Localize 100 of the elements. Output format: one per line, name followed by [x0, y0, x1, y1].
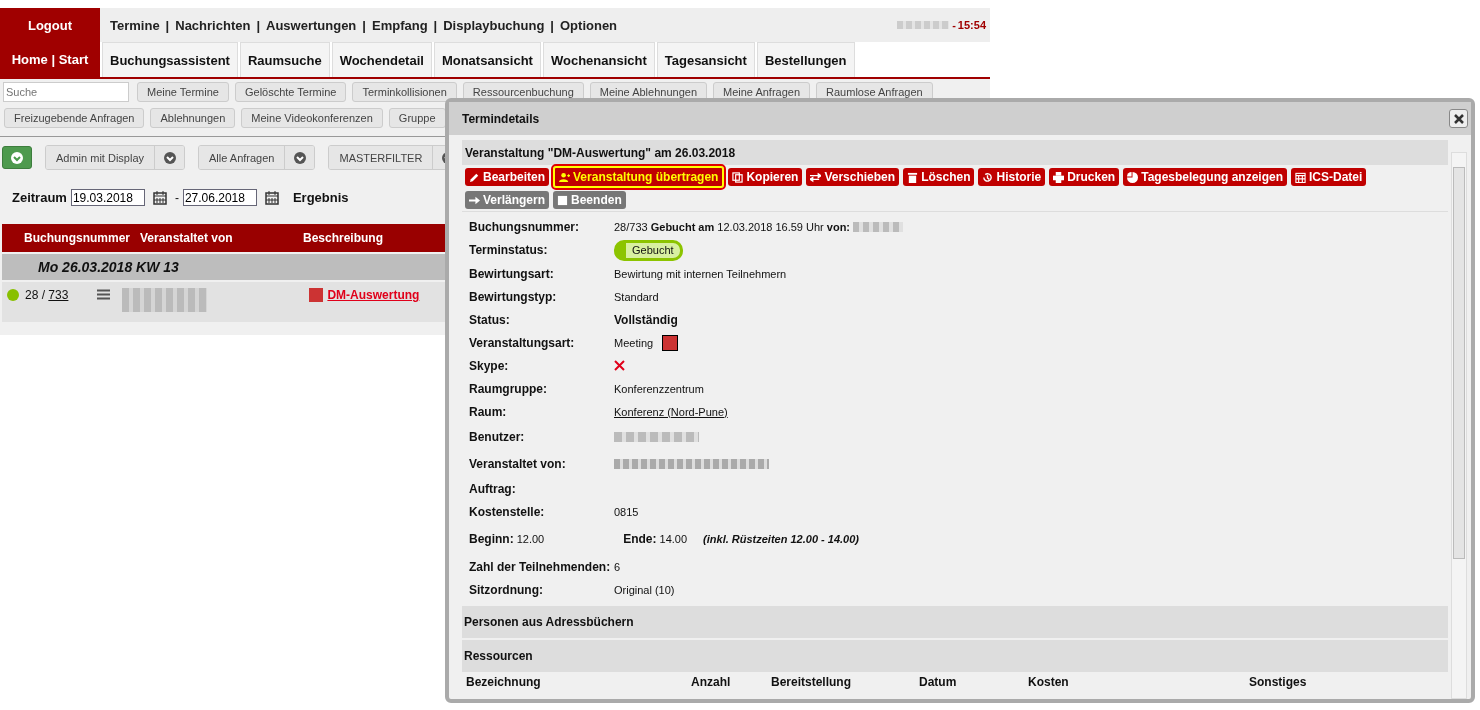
dropdown-button[interactable]	[155, 146, 185, 169]
filter-button[interactable]: Gelöschte Termine	[234, 82, 347, 102]
column-header: Sonstiges	[1249, 675, 1307, 689]
field-label: Kostenstelle:	[469, 504, 546, 519]
action-button[interactable]: Veranstaltung übertragen	[553, 166, 725, 188]
action-button[interactable]: Bearbeiten	[465, 168, 550, 186]
menu-icon[interactable]	[97, 289, 111, 300]
column-header: Buchungsnummer	[24, 231, 131, 245]
action-button[interactable]: Tagesbelegung anzeigen	[1123, 168, 1287, 186]
calendar-icon[interactable]	[264, 190, 279, 205]
tab[interactable]: Tagesansicht	[656, 42, 755, 77]
field-value: Konferenzzentrum	[614, 382, 704, 395]
field-label: Skype:	[469, 358, 510, 373]
filter-button[interactable]: Freizugebende Anfragen	[4, 108, 145, 128]
dropdown-button[interactable]	[285, 146, 315, 169]
field-label: Raumgruppe:	[469, 381, 548, 396]
redacted-text	[853, 221, 904, 232]
logout-button[interactable]: Logout	[0, 8, 100, 42]
chevron-down-icon	[293, 151, 306, 164]
field-label: Veranstaltet von:	[469, 456, 567, 471]
section-header: Personen aus Adressbüchern	[462, 606, 1448, 638]
cross-icon	[614, 360, 625, 371]
close-icon	[1453, 113, 1464, 124]
scrollbar-thumb[interactable]	[1453, 167, 1465, 559]
column-header: Kosten	[1028, 675, 1070, 689]
setup-time-note: (inkl. Rüstzeiten 12.00 - 14.00)	[703, 533, 859, 545]
expand-button[interactable]	[2, 146, 32, 169]
nav-separator: |	[362, 17, 366, 33]
filter-button[interactable]: Gruppe	[388, 108, 446, 128]
column-header: Beschreibung	[303, 231, 383, 245]
filter-dropdown[interactable]: Admin mit Display	[46, 146, 156, 169]
field-label: Ende:	[623, 532, 657, 546]
field-value: Standard	[614, 290, 659, 303]
calendar-icon	[1295, 171, 1306, 183]
action-button[interactable]: Löschen	[903, 168, 975, 186]
status-pill: Gebucht	[614, 239, 683, 261]
search-field[interactable]: Suche	[3, 82, 129, 102]
clock-time: 15:54	[957, 19, 987, 31]
nav-separator: |	[550, 17, 554, 33]
tab[interactable]: Buchungsassistent	[102, 42, 238, 77]
redacted-text	[897, 21, 950, 29]
tab[interactable]: Wochenansicht	[542, 42, 655, 77]
nav-link[interactable]: Nachrichten	[175, 17, 251, 33]
tab[interactable]: Monatsansicht	[433, 42, 541, 77]
result-label: Ergebnis	[292, 190, 349, 205]
nav-link[interactable]: Empfang	[371, 17, 428, 33]
field-label: Auftrag:	[469, 481, 517, 496]
action-button[interactable]: Historie	[978, 168, 1046, 186]
nav-link[interactable]: Optionen	[560, 17, 618, 33]
field-value: 12.00	[516, 533, 545, 545]
printer-icon	[1053, 171, 1065, 183]
event-link[interactable]: DM-Auswertung	[327, 288, 420, 302]
filter-button[interactable]: Meine Termine	[137, 82, 229, 102]
filter-dropdown[interactable]: MASTERFILTER	[329, 146, 434, 169]
calendar-icon[interactable]	[152, 190, 167, 205]
column-header: Datum	[919, 675, 958, 689]
field-label: Beginn:	[469, 532, 514, 546]
filter-button[interactable]: Terminkollisionen	[352, 82, 457, 102]
square-icon	[557, 194, 569, 206]
dialog-title: Termindetails	[462, 111, 540, 126]
tab[interactable]: Bestellungen	[756, 42, 855, 77]
date-field[interactable]: 27.06.2018	[182, 189, 257, 206]
tab[interactable]: Raumsuche	[239, 42, 330, 77]
action-button[interactable]: Verschieben	[806, 168, 900, 186]
nav-link[interactable]: Auswertungen	[266, 17, 357, 33]
action-button[interactable]: Kopieren	[728, 168, 803, 186]
filter-button[interactable]: Meine Videokonferenzen	[241, 108, 383, 128]
column-header: Bereitstellung	[771, 675, 852, 689]
booking-link[interactable]: 733	[48, 288, 69, 302]
date-field[interactable]: 19.03.2018	[70, 189, 145, 206]
field-value: Meeting	[614, 336, 654, 349]
filter-dropdown[interactable]: Alle Anfragen	[199, 146, 286, 169]
tab[interactable]: Wochendetail	[331, 42, 432, 77]
arrows-icon	[810, 171, 822, 183]
field-label: Buchungsnummer:	[469, 219, 580, 234]
period-separator: -	[174, 190, 179, 205]
nav-separator: |	[165, 17, 170, 33]
field-label: Status:	[469, 312, 511, 327]
tab[interactable]: Home | Start	[0, 42, 100, 77]
nav-link[interactable]: Displaybuchung	[443, 17, 545, 33]
field-value: Vollständig	[614, 312, 678, 327]
close-button[interactable]	[1449, 109, 1468, 128]
nav-link[interactable]: Termine	[110, 17, 160, 33]
field-value: Original (10)	[614, 583, 675, 596]
column-header: Anzahl	[691, 675, 732, 689]
column-header: Veranstaltet von	[140, 231, 234, 245]
action-button[interactable]: Drucken	[1049, 168, 1120, 186]
field-label: Zahl der Teilnehmenden:	[469, 559, 612, 574]
nav-separator: |	[433, 17, 438, 33]
field-value: 6	[614, 560, 621, 573]
period-label: Zeitraum	[12, 190, 67, 205]
action-button[interactable]: ICS-Datei	[1291, 168, 1367, 186]
scrollbar[interactable]	[1451, 152, 1467, 699]
room-link[interactable]: Konferenz (Nord-Pune)	[614, 405, 728, 418]
section-header: Ressourcen	[462, 640, 1448, 672]
column-header: Bezeichnung	[466, 675, 542, 689]
field-label: Sitzordnung:	[469, 582, 544, 597]
arrow-right-icon	[469, 194, 480, 206]
chevron-down-icon	[11, 151, 23, 164]
filter-button[interactable]: Ablehnungen	[150, 108, 236, 128]
